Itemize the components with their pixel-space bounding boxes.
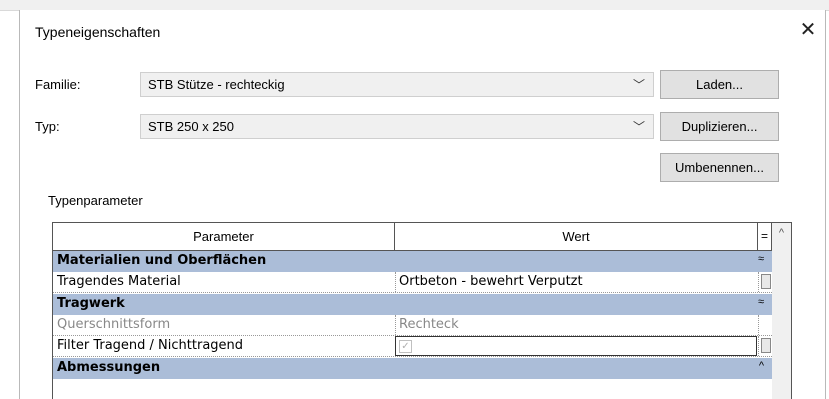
section-title: Materialien und Oberflächen bbox=[57, 253, 267, 268]
family-label: Familie: bbox=[35, 77, 81, 92]
collapse-chevron-icon[interactable]: ≈ bbox=[758, 296, 764, 308]
type-properties-dialog: Typeneigenschaften ✕ Familie: STB Stütze… bbox=[19, 10, 826, 399]
table-row[interactable]: Querschnittsform Rechteck bbox=[53, 315, 772, 336]
title-bar: Typeneigenschaften ✕ bbox=[20, 10, 825, 54]
section-header-dimensions[interactable]: Abmessungen ^ bbox=[53, 358, 772, 379]
param-value: Ortbeton - bewehrt Verputzt bbox=[399, 274, 583, 289]
formula-cell bbox=[758, 315, 773, 335]
vertical-scrollbar[interactable]: ^ bbox=[772, 223, 791, 399]
section-header-materials[interactable]: Materialien und Oberflächen ≈ bbox=[53, 251, 772, 272]
param-name: Tragendes Material bbox=[57, 274, 181, 289]
param-name: Querschnittsform bbox=[57, 317, 171, 332]
duplicate-button[interactable]: Duplizieren... bbox=[660, 112, 779, 141]
dialog-title: Typeneigenschaften bbox=[35, 24, 161, 40]
column-header-value[interactable]: Wert bbox=[395, 223, 758, 250]
section-header-structure[interactable]: Tragwerk ≈ bbox=[53, 294, 772, 315]
formula-cell[interactable] bbox=[758, 272, 773, 292]
column-header-equals[interactable]: = bbox=[758, 223, 772, 250]
grid-header: Parameter Wert = bbox=[53, 223, 791, 251]
type-label: Typ: bbox=[35, 119, 60, 134]
table-row[interactable]: Tragendes Material Ortbeton - bewehrt Ve… bbox=[53, 272, 772, 293]
param-value: Rechteck bbox=[399, 317, 459, 332]
section-title: Tragwerk bbox=[57, 296, 125, 311]
checkbox[interactable]: ✓ bbox=[399, 340, 412, 353]
chevron-down-icon: ﹀ bbox=[632, 120, 645, 134]
family-value: STB Stütze - rechteckig bbox=[148, 77, 285, 92]
scroll-up-icon[interactable]: ^ bbox=[772, 227, 791, 239]
type-parameters-label: Typenparameter bbox=[48, 193, 143, 208]
edit-button-icon[interactable] bbox=[761, 274, 771, 289]
collapse-chevron-icon[interactable]: ^ bbox=[759, 360, 764, 372]
load-button[interactable]: Laden... bbox=[660, 70, 779, 99]
table-row[interactable]: Filter Tragend / Nichttragend ✓ bbox=[53, 336, 772, 357]
type-dropdown[interactable]: STB 250 x 250 ﹀ bbox=[140, 114, 654, 139]
type-value: STB 250 x 250 bbox=[148, 119, 234, 134]
param-value-cell[interactable]: ✓ bbox=[395, 336, 757, 356]
family-dropdown[interactable]: STB Stütze - rechteckig ﹀ bbox=[140, 72, 654, 97]
type-parameters-grid: Parameter Wert = Materialien und Oberflä… bbox=[52, 222, 792, 399]
edit-button-icon[interactable] bbox=[761, 338, 771, 353]
param-value-cell: Rechteck bbox=[395, 315, 758, 335]
chevron-down-icon: ﹀ bbox=[632, 78, 645, 92]
column-header-parameter[interactable]: Parameter bbox=[53, 223, 395, 250]
collapse-chevron-icon[interactable]: ≈ bbox=[758, 253, 764, 265]
rename-button[interactable]: Umbenennen... bbox=[660, 153, 779, 182]
close-icon[interactable]: ✕ bbox=[797, 19, 819, 41]
param-value-cell[interactable]: Ortbeton - bewehrt Verputzt bbox=[395, 272, 758, 292]
formula-cell[interactable] bbox=[758, 336, 773, 356]
section-title: Abmessungen bbox=[57, 360, 161, 375]
param-name: Filter Tragend / Nichttragend bbox=[57, 338, 244, 353]
